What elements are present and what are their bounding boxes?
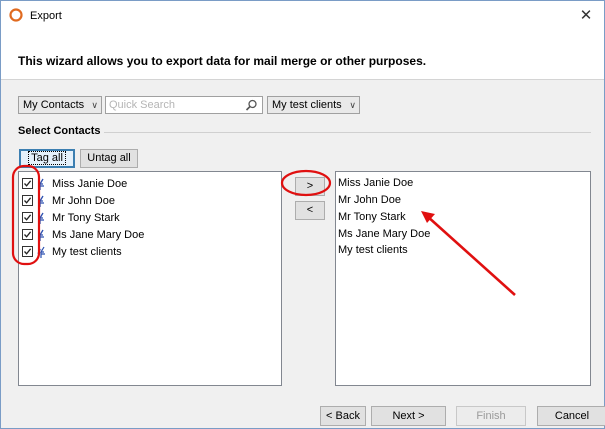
chevron-down-icon: ∨ [91,100,98,110]
wizard-header: This wizard allows you to export data fo… [1,31,604,80]
tag-all-label: Tag all [28,151,66,165]
contact-label: Ms Jane Mary Doe [52,229,145,241]
untag-all-button[interactable]: Untag all [80,149,138,168]
person-icon [38,229,44,241]
move-left-button[interactable]: < [295,201,325,220]
cancel-button[interactable]: Cancel [537,406,605,426]
contact-checkbox[interactable] [22,246,33,257]
list-item[interactable]: Miss Janie Doe [338,177,413,193]
contact-label: Miss Janie Doe [52,178,128,190]
quick-search-box[interactable] [105,96,263,114]
contact-label: My test clients [52,246,122,258]
back-button[interactable]: < Back [320,406,366,426]
checkmark-icon [24,214,32,221]
app-ring-icon [9,8,23,22]
contacts-source-value: My Contacts [23,99,85,111]
group-icon [37,246,45,258]
checkmark-icon [24,248,32,255]
section-divider [104,132,591,133]
checkmark-icon [24,180,32,187]
list-item[interactable]: My test clients [338,244,408,260]
person-icon [38,195,44,207]
checkmark-icon [24,231,32,238]
list-item[interactable]: Mr John Doe [338,194,401,210]
next-button[interactable]: Next > [371,406,446,426]
move-right-button[interactable]: > [295,177,325,196]
select-contacts-label: Select Contacts [18,125,101,137]
tag-all-button[interactable]: Tag all [19,149,75,168]
list-item[interactable]: Ms Jane Mary Doe [338,228,430,244]
person-icon [38,178,44,190]
contact-checkbox[interactable] [22,229,33,240]
contacts-source-dropdown[interactable]: My Contacts ∨ [18,96,102,114]
selected-contacts-list[interactable]: Miss Janie Doe Mr John Doe Mr Tony Stark… [335,171,591,386]
available-contacts-list[interactable]: Miss Janie Doe Mr John Doe Mr Tony Stark [18,171,282,386]
search-icon[interactable] [245,99,258,112]
person-icon [38,212,44,224]
title-bar: Export ✕ [1,1,604,31]
finish-button: Finish [456,406,526,426]
wizard-description: This wizard allows you to export data fo… [18,54,427,68]
quick-search-input[interactable] [109,98,239,112]
contact-checkbox[interactable] [22,178,33,189]
close-button[interactable]: ✕ [568,1,604,31]
group-dropdown[interactable]: My test clients ∨ [267,96,360,114]
export-dialog: Export ✕ This wizard allows you to expor… [0,0,605,429]
contact-checkbox[interactable] [22,195,33,206]
group-value: My test clients [272,99,342,111]
window-title: Export [30,10,62,22]
close-icon: ✕ [579,7,593,24]
checkmark-icon [24,197,32,204]
contact-label: Mr Tony Stark [52,212,120,224]
list-item[interactable]: Mr Tony Stark [338,211,406,227]
contact-label: Mr John Doe [52,195,115,207]
contact-checkbox[interactable] [22,212,33,223]
chevron-down-icon: ∨ [349,100,356,110]
